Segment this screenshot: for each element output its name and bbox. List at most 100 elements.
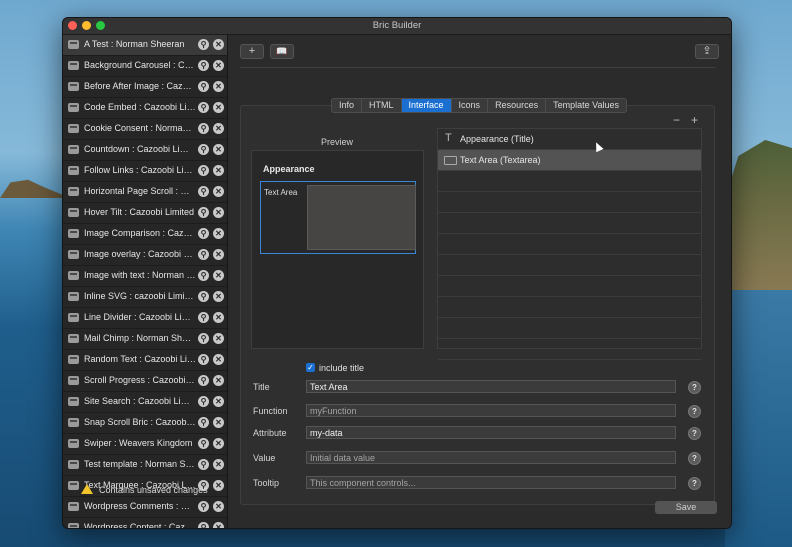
title-help-icon[interactable]: ?: [688, 381, 701, 394]
sidebar-item[interactable]: Scroll Progress : Cazoobi Limited⚲ ✕: [63, 371, 227, 392]
sidebar-item[interactable]: Hover Tilt : Cazoobi Limited ⚲ ✕: [63, 203, 227, 224]
search-icon[interactable]: ⚲: [198, 312, 209, 323]
close-icon[interactable]: ✕: [213, 291, 224, 302]
close-icon[interactable]: ✕: [213, 123, 224, 134]
function-field[interactable]: myFunction: [306, 404, 676, 417]
title-field[interactable]: Text Area: [306, 380, 676, 393]
sidebar-item[interactable]: Swiper : Weavers Kingdom ⚲ ✕: [63, 434, 227, 455]
search-icon[interactable]: ⚲: [198, 522, 209, 528]
sidebar-item[interactable]: Site Search : Cazoobi Limited ⚲ ✕: [63, 392, 227, 413]
close-icon[interactable]: ✕: [213, 249, 224, 260]
search-icon[interactable]: ⚲: [198, 459, 209, 470]
search-icon[interactable]: ⚲: [198, 270, 209, 281]
sidebar-item[interactable]: Random Text : Cazoobi Limited⚲ ✕: [63, 350, 227, 371]
tab-interface[interactable]: Interface: [401, 99, 452, 112]
sidebar-item[interactable]: Snap Scroll Bric : Cazoobi Limited⚲ ✕: [63, 413, 227, 434]
search-icon[interactable]: ⚲: [198, 249, 209, 260]
search-icon[interactable]: ⚲: [198, 60, 209, 71]
search-icon[interactable]: ⚲: [198, 39, 209, 50]
sidebar-item[interactable]: Background Carousel : Cazoobi Limited⚲ ✕: [63, 56, 227, 77]
search-icon[interactable]: ⚲: [198, 228, 209, 239]
search-icon[interactable]: ⚲: [198, 375, 209, 386]
close-icon[interactable]: ✕: [213, 312, 224, 323]
component-row[interactable]: Text Area (Textarea): [438, 150, 701, 171]
sidebar-item[interactable]: Code Embed : Cazoobi Limited⚲ ✕: [63, 98, 227, 119]
search-icon[interactable]: ⚲: [198, 354, 209, 365]
search-icon[interactable]: ⚲: [198, 144, 209, 155]
value-field[interactable]: Initial data value: [306, 451, 676, 464]
close-icon[interactable]: ✕: [213, 60, 224, 71]
sidebar-item[interactable]: Follow Links : Cazoobi Limited ⚲ ✕: [63, 161, 227, 182]
search-icon[interactable]: ⚲: [198, 417, 209, 428]
close-icon[interactable]: ✕: [213, 375, 224, 386]
close-icon[interactable]: ✕: [213, 459, 224, 470]
sidebar-item[interactable]: Inline SVG : cazoobi Limited ⚲ ✕: [63, 287, 227, 308]
search-icon[interactable]: ⚲: [198, 396, 209, 407]
close-icon[interactable]: ✕: [213, 438, 224, 449]
sidebar-item[interactable]: Horizontal Page Scroll : Cazoobi Limited…: [63, 182, 227, 203]
close-icon[interactable]: ✕: [213, 396, 224, 407]
close-icon[interactable]: ✕: [213, 39, 224, 50]
search-icon[interactable]: ⚲: [198, 165, 209, 176]
close-icon[interactable]: ✕: [213, 417, 224, 428]
sidebar-item[interactable]: A Test : Norman Sheeran ⚲ ✕: [63, 35, 227, 56]
sidebar-item[interactable]: Mail Chimp : Norman Sheeran ⚲ ✕: [63, 329, 227, 350]
attribute-help-icon[interactable]: ?: [688, 427, 701, 440]
close-icon[interactable]: ✕: [213, 144, 224, 155]
tab-resources[interactable]: Resources: [488, 99, 547, 112]
sidebar-item[interactable]: Cookie Consent : Norman Sheeran⚲ ✕: [63, 119, 227, 140]
function-help-icon[interactable]: ?: [688, 405, 701, 418]
search-icon[interactable]: ⚲: [198, 207, 209, 218]
sidebar-item[interactable]: Image overlay : Cazoobi Limited⚲ ✕: [63, 245, 227, 266]
close-icon[interactable]: ✕: [213, 228, 224, 239]
search-icon[interactable]: ⚲: [198, 501, 209, 512]
close-icon[interactable]: ✕: [213, 270, 224, 281]
tab-template-values[interactable]: Template Values: [546, 99, 626, 112]
sidebar-item[interactable]: Before After Image : Cazoobi Limited⚲ ✕: [63, 77, 227, 98]
preview-textarea-component[interactable]: Text Area: [260, 181, 416, 254]
sidebar-item[interactable]: Test template : Norman Sheeran⚲ ✕: [63, 455, 227, 476]
remove-component-button[interactable]: −: [673, 113, 680, 127]
close-icon[interactable]: ✕: [213, 522, 224, 528]
close-icon[interactable]: ✕: [213, 165, 224, 176]
book-icon[interactable]: 📖: [270, 44, 294, 59]
tab-icons[interactable]: Icons: [452, 99, 489, 112]
search-icon[interactable]: ⚲: [198, 81, 209, 92]
component-row[interactable]: T Appearance (Title): [438, 129, 701, 150]
tooltip-field[interactable]: This component controls...: [306, 476, 676, 489]
attribute-field[interactable]: my-data: [306, 426, 676, 439]
bric-icon: [68, 124, 79, 133]
sidebar-item[interactable]: Line Divider : Cazoobi Limited ⚲ ✕: [63, 308, 227, 329]
share-icon[interactable]: ⇪: [695, 44, 719, 59]
save-button[interactable]: Save: [655, 501, 717, 514]
preview-title: Preview: [321, 137, 354, 147]
add-component-button[interactable]: +: [691, 113, 698, 127]
preview-textarea[interactable]: [307, 185, 416, 250]
sidebar-item[interactable]: Image with text : Norman Sheeran⚲ ✕: [63, 266, 227, 287]
close-icon[interactable]: ✕: [213, 186, 224, 197]
search-icon[interactable]: ⚲: [198, 291, 209, 302]
close-icon[interactable]: ✕: [213, 501, 224, 512]
search-icon[interactable]: ⚲: [198, 123, 209, 134]
search-icon[interactable]: ⚲: [198, 333, 209, 344]
tab-info[interactable]: Info: [332, 99, 363, 112]
close-icon[interactable]: ✕: [213, 480, 224, 491]
sidebar-item[interactable]: Wordpress Comments : Cazoobi Limited⚲ ✕: [63, 497, 227, 518]
close-icon[interactable]: ✕: [213, 354, 224, 365]
close-icon[interactable]: ✕: [213, 207, 224, 218]
close-icon[interactable]: ✕: [213, 333, 224, 344]
search-icon[interactable]: ⚲: [198, 186, 209, 197]
add-bric-button[interactable]: +: [240, 44, 264, 59]
search-icon[interactable]: ⚲: [198, 102, 209, 113]
sidebar-item-label: Site Search : Cazoobi Limited: [84, 396, 196, 406]
tooltip-help-icon[interactable]: ?: [688, 477, 701, 490]
sidebar-item[interactable]: Wordpress Content : Cazoobi Limited⚲ ✕: [63, 518, 227, 528]
close-icon[interactable]: ✕: [213, 81, 224, 92]
tab-html[interactable]: HTML: [362, 99, 402, 112]
value-help-icon[interactable]: ?: [688, 452, 701, 465]
search-icon[interactable]: ⚲: [198, 438, 209, 449]
include-title-checkbox[interactable]: ✓: [306, 363, 315, 372]
sidebar-item[interactable]: Countdown : Cazoobi Limited ⚲ ✕: [63, 140, 227, 161]
sidebar-item[interactable]: Image Comparison : Cazoobi Limited⚲ ✕: [63, 224, 227, 245]
close-icon[interactable]: ✕: [213, 102, 224, 113]
